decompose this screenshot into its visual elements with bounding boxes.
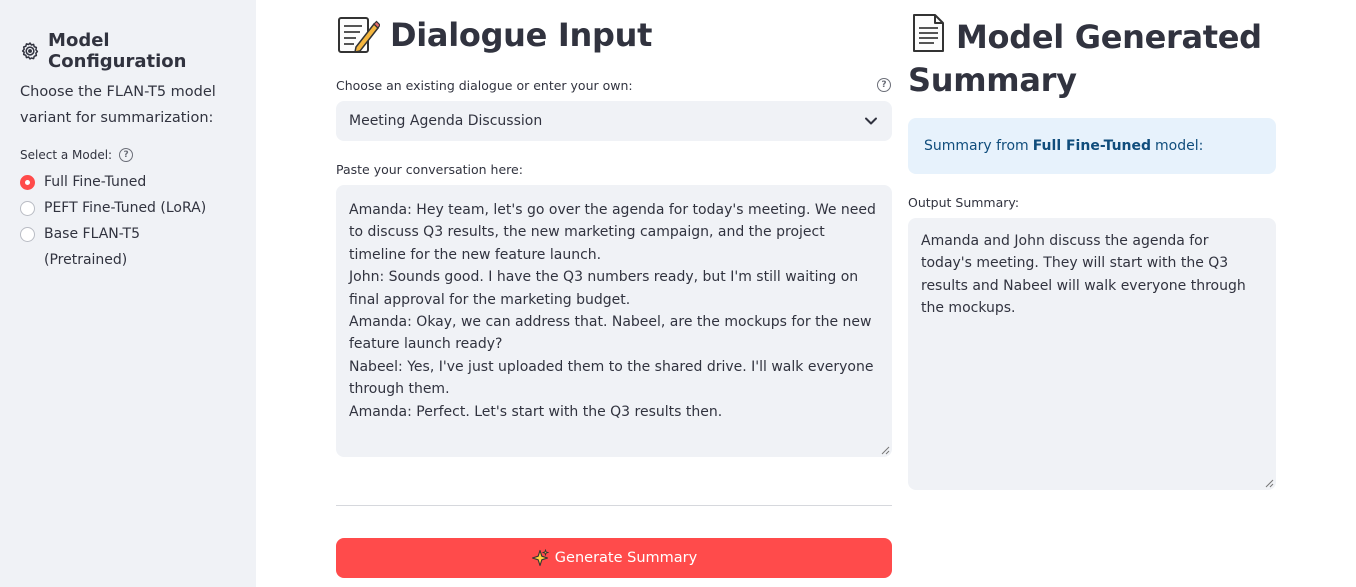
conversation-line: Amanda: Okay, we can address that. Nabee… [349, 314, 872, 353]
sidebar-title-text: Model Configuration [48, 30, 187, 72]
gear-icon [21, 42, 39, 60]
resize-handle-icon[interactable] [1265, 479, 1274, 488]
help-icon[interactable]: ? [877, 78, 891, 92]
output-summary-label-text: Output Summary: [908, 194, 1020, 210]
dialogue-input-column: Dialogue Input Choose an existing dialog… [336, 0, 892, 578]
dialogue-select-value: Meeting Agenda Discussion [349, 113, 543, 129]
conversation-line: John: Sounds good. I have the Q3 numbers… [349, 269, 859, 308]
conversation-label-text: Paste your conversation here: [336, 161, 523, 177]
radio-selected-icon[interactable] [20, 174, 35, 190]
dialogue-input-heading: Dialogue Input [336, 13, 892, 57]
radio-option-base[interactable]: Base FLAN-T5 (Pretrained) [20, 221, 236, 273]
conversation-line: Amanda: Perfect. Let's start with the Q3… [349, 403, 723, 420]
conversation-line: Nabeel: Yes, I've just uploaded them to … [349, 358, 874, 398]
chevron-down-icon [865, 117, 877, 125]
model-radio-group: Full Fine-Tuned PEFT Fine-Tuned (LoRA) B… [20, 169, 236, 273]
summary-info-alert: Summary from Full Fine-Tuned model: [908, 118, 1276, 174]
radio-label: Full Fine-Tuned [44, 174, 147, 190]
generate-summary-button[interactable]: Generate Summary [336, 538, 892, 578]
info-suffix: model: [1155, 138, 1204, 154]
resize-handle-icon[interactable] [881, 446, 890, 455]
dialogue-input-heading-text: Dialogue Input [390, 16, 653, 54]
radio-unselected-icon[interactable] [20, 200, 35, 216]
memo-icon [338, 17, 380, 53]
output-summary-label: Output Summary: [908, 194, 1276, 210]
sidebar: Model Configuration Choose the FLAN-T5 m… [0, 0, 256, 587]
sparkles-icon [531, 549, 549, 567]
summary-heading-text: Model Generated Summary [908, 18, 1262, 99]
dialogue-select-label: Choose an existing dialogue or enter you… [336, 77, 892, 93]
help-icon[interactable]: ? [119, 148, 134, 162]
sidebar-title: Model Configuration [20, 30, 236, 72]
info-prefix: Summary from [924, 138, 1029, 154]
dialogue-select-label-text: Choose an existing dialogue or enter you… [336, 77, 633, 93]
conversation-line: Amanda: Hey team, let's go over the agen… [349, 202, 876, 263]
radio-unselected-icon[interactable] [20, 226, 35, 242]
generate-summary-label: Generate Summary [554, 550, 698, 566]
info-model-name: Full Fine-Tuned [1032, 138, 1152, 154]
divider [336, 505, 892, 506]
model-select-label-text: Select a Model: [20, 148, 113, 162]
sidebar-description: Choose the FLAN-T5 model variant for sum… [20, 84, 216, 126]
conversation-textarea[interactable]: Amanda: Hey team, let's go over the agen… [336, 185, 892, 457]
model-select-label: Select a Model: ? [20, 147, 236, 163]
summary-heading: Model Generated Summary [908, 13, 1276, 102]
page-icon [913, 14, 944, 52]
conversation-label: Paste your conversation here: [336, 161, 892, 177]
radio-label: Base FLAN-T5 (Pretrained) [44, 226, 140, 268]
summary-column: Model Generated Summary Summary from Ful… [908, 0, 1276, 490]
dialogue-select[interactable]: Meeting Agenda Discussion [336, 101, 892, 141]
output-summary-text: Amanda and John discuss the agenda for t… [921, 233, 1246, 317]
radio-option-full-fine-tuned[interactable]: Full Fine-Tuned [20, 169, 236, 195]
radio-label: PEFT Fine-Tuned (LoRA) [44, 200, 207, 216]
output-summary-textarea[interactable]: Amanda and John discuss the agenda for t… [908, 218, 1276, 490]
radio-option-peft[interactable]: PEFT Fine-Tuned (LoRA) [20, 195, 236, 221]
